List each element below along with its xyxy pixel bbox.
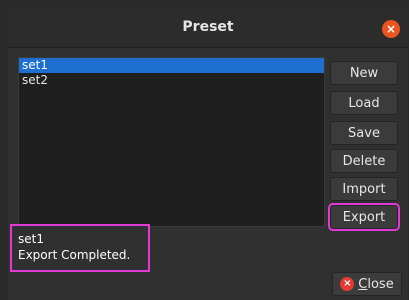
load-button[interactable]: Load — [330, 91, 398, 115]
export-button[interactable]: Export — [328, 203, 400, 231]
preset-list[interactable]: set1 set2 — [18, 57, 325, 227]
dialog-title: Preset — [182, 19, 234, 35]
status-preset-name: set1 — [18, 232, 44, 246]
close-circle-icon: × — [340, 277, 355, 291]
status-text: Export Completed. — [18, 248, 131, 262]
list-item[interactable]: set2 — [19, 73, 324, 88]
preset-dialog: Preset × set1 set2 New Load Save Delete … — [8, 10, 408, 300]
status-message: set1 Export Completed. — [10, 224, 150, 272]
close-button-label: Close — [358, 276, 394, 292]
list-item[interactable]: set1 — [19, 58, 324, 73]
close-icon[interactable]: × — [382, 20, 400, 38]
new-button[interactable]: New — [330, 61, 398, 85]
title-bar: Preset × — [8, 10, 408, 48]
close-button[interactable]: × Close — [332, 272, 402, 296]
delete-button[interactable]: Delete — [330, 149, 398, 173]
save-button[interactable]: Save — [330, 121, 398, 145]
import-button[interactable]: Import — [330, 177, 398, 201]
